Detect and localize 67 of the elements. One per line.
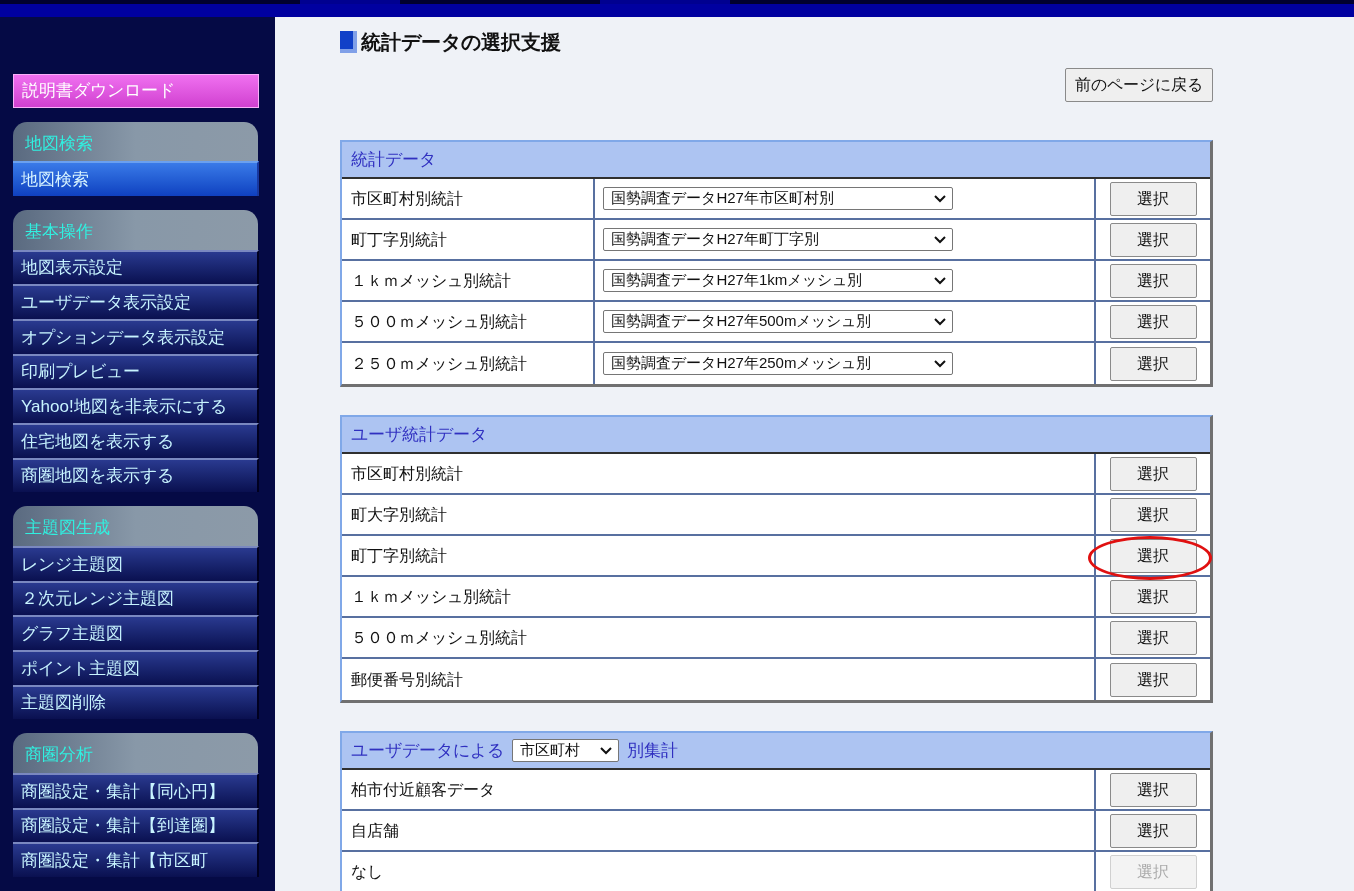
table-cell: 柏市付近顧客データ xyxy=(342,770,1097,809)
table-cell: 町丁字別統計 xyxy=(342,220,596,259)
table-cell: １ｋｍメッシュ別統計 xyxy=(342,577,1097,616)
select-button[interactable]: 選択 xyxy=(1109,497,1197,532)
table-cell: ５００ｍメッシュ別統計 xyxy=(342,618,1097,657)
select-button[interactable]: 選択 xyxy=(1109,222,1197,257)
dropdown[interactable]: 国勢調査データH27年市区町村別 xyxy=(603,187,954,210)
sidebar-menu-item[interactable]: 印刷プレビュー xyxy=(13,353,259,389)
table-cell: 郵便番号別統計 xyxy=(342,659,1097,700)
select-button[interactable]: 選択 xyxy=(1109,304,1197,339)
table-title: ユーザ統計データ xyxy=(351,423,487,446)
dropdown[interactable]: 国勢調査データH27年500mメッシュ別 xyxy=(603,310,954,333)
chevron-down-icon xyxy=(934,359,947,368)
table-cell: 市区町村別統計 xyxy=(342,179,596,218)
sidebar-menu-item[interactable]: レンジ主題図 xyxy=(13,546,259,581)
sidebar-menu-item[interactable]: 住宅地図を表示する xyxy=(13,423,259,458)
dropdown[interactable]: 国勢調査データH27年町丁字別 xyxy=(603,228,954,251)
sidebar-menu-item[interactable]: 地図検索 xyxy=(13,161,259,197)
sidebar-menu-item[interactable]: 商圏地図を表示する xyxy=(13,457,259,493)
select-button[interactable]: 選択 xyxy=(1109,346,1197,381)
select-button[interactable]: 選択 xyxy=(1109,538,1197,573)
select-button: 選択 xyxy=(1109,854,1197,889)
table-cell: 市区町村別統計 xyxy=(342,454,1097,493)
sidebar-menu-item[interactable]: ２次元レンジ主題図 xyxy=(13,580,259,616)
sidebar-menu-item[interactable]: 商圏設定・集計【同心円】 xyxy=(13,773,259,808)
back-button[interactable]: 前のページに戻る xyxy=(1065,68,1213,102)
table-cell: ５００ｍメッシュ別統計 xyxy=(342,302,596,341)
section-header: 商圏分析 xyxy=(13,733,258,774)
section-header: 主題図生成 xyxy=(13,506,258,547)
table-cell: 町大字別統計 xyxy=(342,495,1097,534)
sidebar-menu-item[interactable]: ポイント主題図 xyxy=(13,650,259,685)
section-header: 地図検索 xyxy=(13,121,258,162)
chevron-down-icon xyxy=(934,276,947,285)
chevron-down-icon xyxy=(934,235,947,244)
dropdown[interactable]: 国勢調査データH27年250mメッシュ別 xyxy=(603,352,954,375)
chevron-down-icon xyxy=(600,746,612,755)
section-header: 基本操作 xyxy=(13,210,258,250)
select-button[interactable]: 選択 xyxy=(1109,620,1197,655)
select-button[interactable]: 選択 xyxy=(1109,772,1197,807)
chevron-down-icon xyxy=(934,194,947,203)
dropdown[interactable]: 国勢調査データH27年1kmメッシュ別 xyxy=(603,269,954,292)
sidebar-menu-item[interactable]: ユーザデータ表示設定 xyxy=(13,284,259,320)
table-cell: １ｋｍメッシュ別統計 xyxy=(342,261,596,300)
page-title: 統計データの選択支援 xyxy=(361,30,561,55)
table-cell: ２５０ｍメッシュ別統計 xyxy=(342,343,596,384)
sidebar-menu-item[interactable]: 地図表示設定 xyxy=(13,249,259,285)
sidebar-menu-item[interactable]: Yahoo!地図を非表示にする xyxy=(13,388,259,424)
sidebar-menu-item[interactable]: グラフ主題図 xyxy=(13,615,259,651)
table-cell: 町丁字別統計 xyxy=(342,536,1097,575)
sidebar-menu-item[interactable]: 商圏設定・集計【到達圏】 xyxy=(13,807,259,843)
table-title: 統計データ xyxy=(351,148,436,171)
select-button[interactable]: 選択 xyxy=(1109,263,1197,298)
sidebar-menu-item[interactable]: 商圏設定・集計【市区町 xyxy=(13,842,259,878)
table-cell: 自店舗 xyxy=(342,811,1097,850)
table-title: 別集計 xyxy=(627,739,678,762)
sidebar-menu-item[interactable]: 主題図削除 xyxy=(13,684,259,720)
sidebar-menu-item[interactable]: オプションデータ表示設定 xyxy=(13,319,259,354)
select-button[interactable]: 選択 xyxy=(1109,456,1197,491)
chevron-down-icon xyxy=(934,317,947,326)
title-marker-icon xyxy=(340,31,357,53)
table-title: ユーザデータによる xyxy=(351,739,504,762)
select-button[interactable]: 選択 xyxy=(1109,662,1197,697)
dropdown[interactable]: 市区町村 xyxy=(512,739,619,762)
table-cell: なし xyxy=(342,852,1097,891)
select-button[interactable]: 選択 xyxy=(1109,813,1197,848)
select-button[interactable]: 選択 xyxy=(1109,579,1197,614)
select-button[interactable]: 選択 xyxy=(1109,181,1197,216)
